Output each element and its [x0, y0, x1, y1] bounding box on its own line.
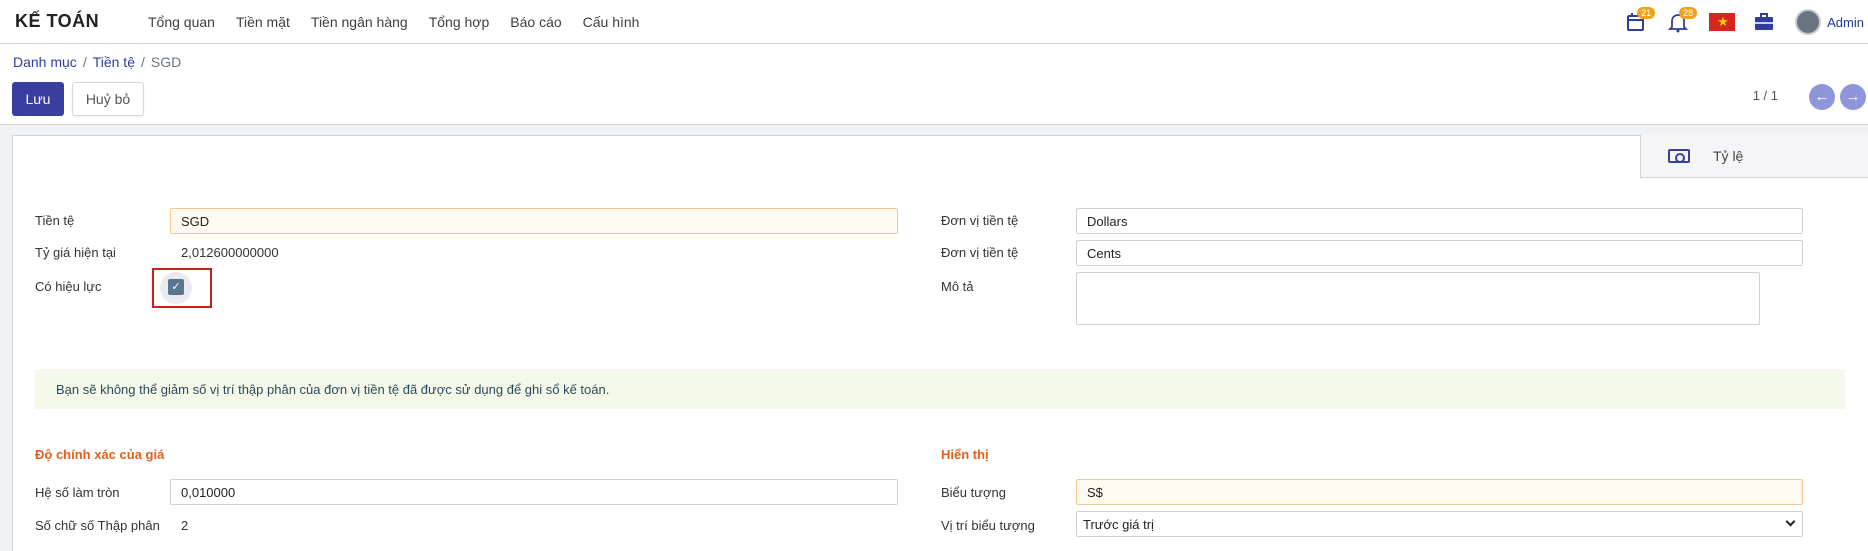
breadcrumb-root[interactable]: Danh mục — [13, 54, 77, 70]
active-checkbox-highlight: ✓ — [152, 268, 212, 308]
briefcase-icon-graphic — [1755, 13, 1774, 30]
menu-item-cash[interactable]: Tiền mặt — [236, 14, 290, 30]
systray: 21 28 ★ Admin — [1625, 0, 1868, 44]
pager-value[interactable]: 1 / 1 — [1753, 88, 1778, 103]
rates-smart-button[interactable]: Tỷ lệ — [1640, 135, 1868, 178]
rate-label: Tỷ giá hiện tại — [35, 245, 116, 260]
menu-item-reports[interactable]: Báo cáo — [510, 14, 561, 30]
decimals-value: 2 — [181, 518, 189, 533]
top-navbar: KẾ TOÁN Tổng quan Tiền mặt Tiền ngân hàn… — [0, 0, 1868, 44]
arrow-right-icon[interactable]: → — [1840, 84, 1866, 110]
app-title[interactable]: KẾ TOÁN — [15, 11, 99, 32]
money-icon — [1668, 149, 1690, 163]
symbol-position-select[interactable]: Trước giá trị — [1076, 511, 1803, 537]
description-field[interactable] — [1076, 272, 1760, 325]
symbol-label: Biểu tượng — [941, 485, 1006, 500]
avatar[interactable] — [1795, 9, 1822, 35]
currency-label: Tiền tệ — [35, 213, 75, 228]
breadcrumb-current: SGD — [150, 54, 182, 70]
rounding-label: Hệ số làm tròn — [35, 485, 120, 500]
breadcrumb: Danh mục / Tiền tệ / SGD — [13, 54, 181, 70]
breadcrumb-separator: / — [82, 54, 87, 70]
menu-item-configuration[interactable]: Cấu hình — [583, 14, 640, 30]
unit-label: Đơn vị tiền tệ — [941, 213, 1019, 228]
active-label: Có hiệu lực — [35, 279, 102, 294]
symbol-field[interactable]: S$ — [1076, 479, 1803, 505]
menu-item-bank[interactable]: Tiền ngân hàng — [311, 14, 408, 30]
flag-star-icon: ★ — [1717, 14, 1729, 29]
currency-field[interactable]: SGD — [170, 208, 898, 234]
language-flag-icon[interactable]: ★ — [1709, 13, 1736, 31]
chevron-down-icon — [1785, 516, 1796, 527]
user-name[interactable]: Admin — [1827, 15, 1864, 30]
display-section-title: Hiển thị — [941, 447, 989, 462]
subunit-label: Đơn vị tiền tệ — [941, 245, 1019, 260]
arrow-left-icon[interactable]: ← — [1809, 84, 1835, 110]
menu-item-overview[interactable]: Tổng quan — [148, 14, 215, 30]
calendar-badge: 21 — [1637, 7, 1656, 19]
bell-icon[interactable]: 28 — [1667, 7, 1698, 33]
rate-value: 2,012600000000 — [181, 245, 279, 260]
rounding-field[interactable]: 0,010000 — [170, 479, 898, 505]
main-menu: Tổng quan Tiền mặt Tiền ngân hàng Tổng h… — [148, 0, 660, 44]
active-checkbox[interactable]: ✓ — [168, 279, 184, 295]
menu-item-general[interactable]: Tổng hợp — [429, 14, 490, 30]
decimals-label: Số chữ số Thập phân — [35, 518, 160, 533]
precision-section-title: Độ chính xác của giá — [35, 447, 165, 462]
subunit-field[interactable]: Cents — [1076, 240, 1803, 266]
alert-text: Bạn sẽ không thể giảm số vị trí thập phâ… — [56, 382, 610, 397]
breadcrumb-parent[interactable]: Tiền tệ — [93, 54, 135, 70]
briefcase-icon[interactable] — [1753, 11, 1775, 33]
discard-button[interactable]: Huỷ bỏ — [72, 82, 144, 116]
description-label: Mô tả — [941, 279, 974, 294]
info-alert: Bạn sẽ không thể giảm số vị trí thập phâ… — [35, 369, 1845, 409]
smart-button-label: Tỷ lệ — [1713, 148, 1744, 164]
symbol-position-label: Vị trí biểu tượng — [941, 518, 1035, 533]
control-panel: Danh mục / Tiền tệ / SGD Lưu Huỷ bỏ 1 / 1 ← … — [0, 44, 1868, 125]
breadcrumb-separator: / — [140, 54, 145, 70]
notification-badge: 28 — [1679, 7, 1698, 19]
symbol-position-value: Trước giá trị — [1083, 517, 1154, 532]
unit-field[interactable]: Dollars — [1076, 208, 1803, 234]
save-button[interactable]: Lưu — [12, 82, 64, 116]
calendar-icon[interactable]: 21 — [1625, 7, 1656, 33]
